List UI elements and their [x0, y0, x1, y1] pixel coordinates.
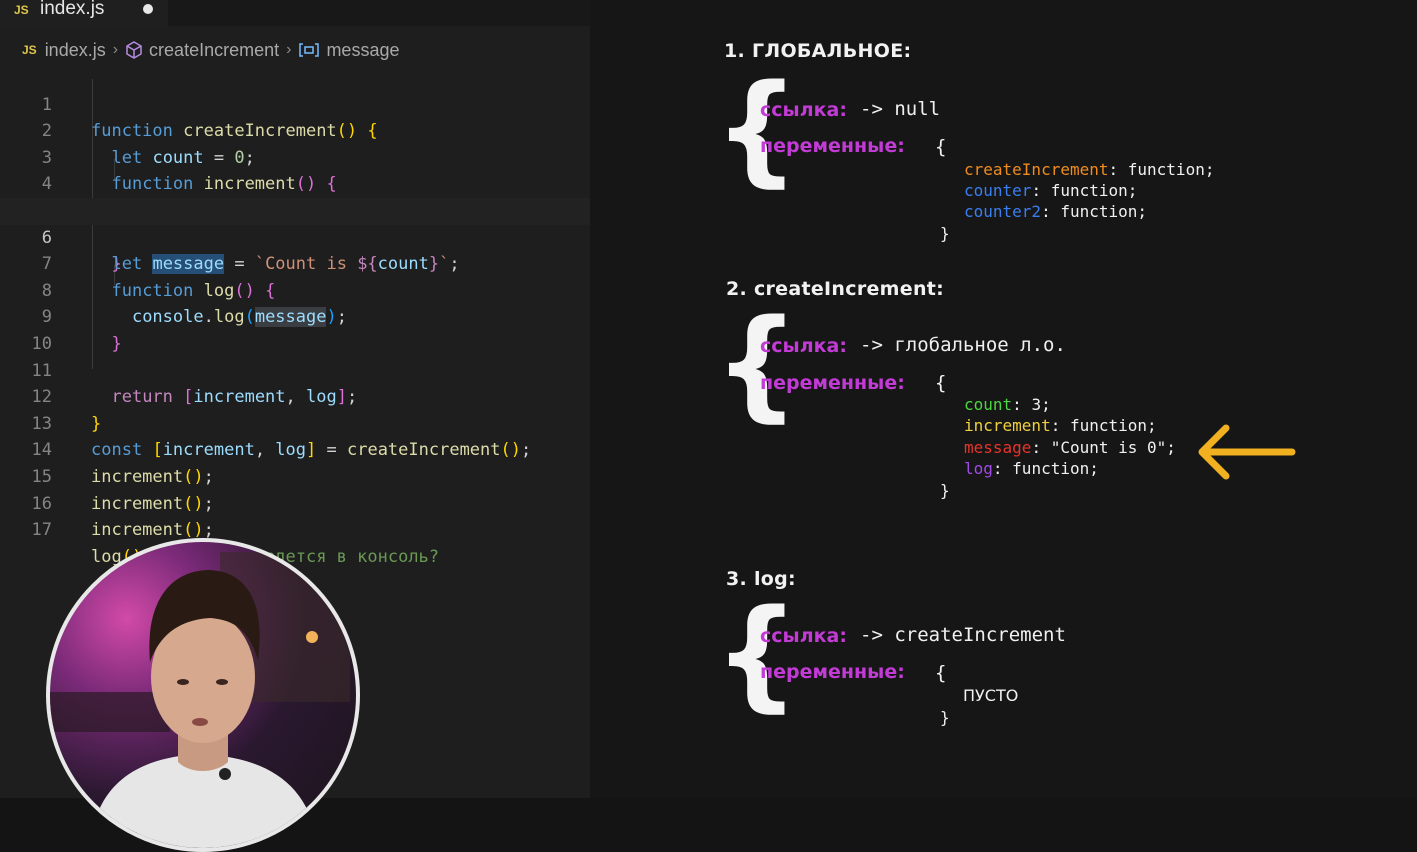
code-line-14[interactable]: 14 increment();	[0, 411, 590, 487]
chevron-right-icon: ›	[112, 41, 119, 58]
lexical-environment-diagram: 1. ГЛОБАЛЬНОЕ: { ссылка: -> null перемен…	[590, 0, 1417, 798]
variable-entry: createIncrement: function;	[964, 160, 1215, 179]
variable-entry: counter2: function;	[964, 202, 1148, 221]
variable-entry: message: "Count is 0";	[964, 438, 1176, 457]
javascript-file-icon: JS	[14, 3, 29, 17]
code-line-13[interactable]: 13 const [increment, log] = createIncrem…	[0, 384, 590, 461]
breadcrumb-file[interactable]: index.js	[45, 40, 106, 61]
section-title-global: 1. ГЛОБАЛЬНОЕ:	[724, 40, 912, 62]
tab-bar: JS index.js	[0, 0, 590, 26]
webcam-overlay	[46, 538, 360, 852]
arrow-left-icon	[1198, 424, 1296, 480]
variable-entry: increment: function;	[964, 416, 1157, 435]
javascript-file-icon: JS	[22, 43, 37, 57]
chevron-right-icon: ›	[286, 41, 292, 58]
code-line-1[interactable]: 1 function createIncrement() {	[0, 65, 590, 142]
code-line-5[interactable]: 5 }	[0, 171, 590, 274]
code-line-16[interactable]: 16 increment();	[0, 464, 590, 541]
close-brace: }	[940, 224, 950, 243]
link-value: -> null	[860, 98, 941, 120]
open-brace: {	[935, 136, 947, 158]
close-brace: }	[940, 708, 950, 727]
code-line-2[interactable]: 2 let count = 0;	[0, 92, 590, 168]
code-editor: JS index.js JS index.js › createIncremen…	[0, 0, 590, 852]
code-line-4[interactable]: 4 count++;	[0, 145, 590, 221]
variable-entry: log: function;	[964, 459, 1099, 478]
code-line-17[interactable]: 17 log(); // Что выведется в консоль?	[0, 491, 590, 567]
variable-icon	[298, 42, 320, 58]
tab-filename: index.js	[40, 0, 105, 19]
curly-brace-icon: {	[714, 585, 800, 724]
code-line-12[interactable]: 12 }	[0, 358, 590, 434]
line-number: 17	[31, 520, 52, 541]
variables-label: переменные:	[760, 661, 905, 683]
link-value: -> глобальное л.о.	[860, 334, 1066, 356]
open-brace: {	[935, 662, 947, 684]
variables-label: переменные:	[760, 372, 905, 394]
code-line-3[interactable]: 3 function increment() {	[0, 118, 590, 195]
variable-entry: counter: function;	[964, 181, 1138, 200]
curly-brace-icon: {	[714, 60, 800, 199]
cube-icon	[125, 41, 143, 59]
link-label: ссылка:	[760, 625, 847, 647]
presenter-image	[50, 552, 350, 848]
variable-entry: count: 3;	[964, 395, 1051, 414]
tab-index-js[interactable]: JS index.js	[0, 0, 168, 26]
empty-marker: ПУСТО	[963, 686, 1019, 705]
code-line-9[interactable]: 9 }	[0, 278, 590, 354]
code-line-15[interactable]: 15 increment();	[0, 437, 590, 514]
code-line-10[interactable]: 10	[0, 304, 590, 354]
open-brace: {	[935, 372, 947, 394]
code-line-11[interactable]: 11 return [increment, log];	[0, 331, 590, 408]
unsaved-dot-icon[interactable]	[143, 4, 153, 14]
breadcrumb-function[interactable]: createIncrement	[149, 40, 279, 61]
code-line-6[interactable]: 6 let message = `Count is ${count}`;	[0, 198, 590, 275]
breadcrumb-variable[interactable]: message	[326, 40, 399, 61]
link-label: ссылка:	[760, 99, 847, 121]
code-line-8[interactable]: 8 console.log(message);	[0, 251, 590, 328]
link-label: ссылка:	[760, 335, 847, 357]
variables-label: переменные:	[760, 135, 905, 157]
curly-brace-icon: {	[714, 295, 800, 434]
close-brace: }	[940, 481, 950, 500]
breadcrumb: JS index.js › createIncrement › message	[22, 38, 399, 62]
link-value: -> createIncrement	[860, 624, 1066, 646]
code-line-7[interactable]: 7 function log() {	[0, 225, 590, 301]
